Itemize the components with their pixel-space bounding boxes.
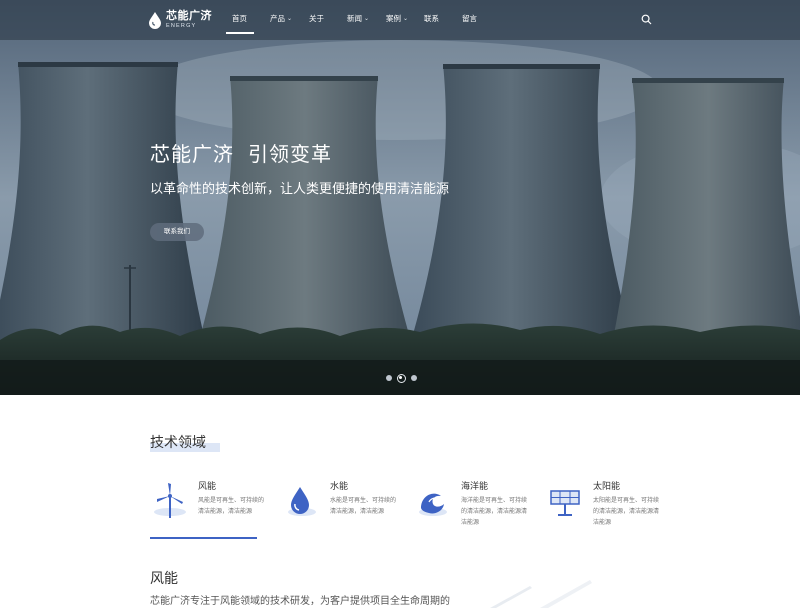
nav-item-products[interactable]: 产品 ⌄	[270, 13, 292, 24]
tech-item-desc: 风能是可再生、可持续的清洁能源，清洁能源	[198, 498, 265, 515]
wind-turbine-icon	[154, 483, 186, 518]
slide-dot-3[interactable]	[410, 375, 417, 381]
nav-item-contact[interactable]: 联系	[424, 13, 439, 24]
cooling-towers-image	[0, 0, 800, 395]
tech-item-name: 太阳能	[593, 481, 621, 491]
tech-item-desc: 太阳能是可再生、可持续的清洁能源，清洁能源清洁能源	[593, 498, 660, 526]
nav-item-label: 案例	[386, 14, 401, 23]
hero-title-part2: 引领变革	[248, 144, 332, 166]
tech-item-water[interactable]: 水能 水能是可再生、可持续的清洁能源，清洁能源	[282, 476, 402, 536]
nav-item-cases[interactable]: 案例 ⌄	[386, 13, 408, 24]
nav-item-about[interactable]: 关于	[309, 13, 324, 24]
nav-item-news[interactable]: 新闻 ⌄	[347, 13, 369, 24]
chevron-down-icon: ⌄	[403, 16, 409, 22]
tech-item-ocean[interactable]: 海洋能 海洋能是可再生、可持续的清洁能源，清洁能源清洁能源	[413, 476, 533, 536]
logo-text-cn: 芯能广济	[166, 9, 212, 22]
tech-item-name: 风能	[198, 481, 217, 491]
nav-item-label: 新闻	[347, 14, 362, 23]
wave-icon	[419, 493, 447, 516]
tech-item-name: 海洋能	[461, 481, 489, 491]
hero-title: 芯能广济 引领变革	[150, 138, 346, 167]
water-drop-logo-icon	[149, 12, 161, 29]
search-icon[interactable]	[641, 14, 652, 25]
tech-item-wind[interactable]: 风能 风能是可再生、可持续的清洁能源，清洁能源	[150, 476, 270, 536]
tech-item-solar[interactable]: 太阳能 太阳能是可再生、可持续的清洁能源，清洁能源清洁能源	[545, 476, 665, 536]
wind-turbine-image	[490, 580, 592, 608]
logo[interactable]: 芯能广济 ENERGY	[148, 9, 212, 31]
nav-item-label: 关于	[309, 14, 324, 23]
solar-panel-icon	[550, 490, 580, 516]
slide-dot-1[interactable]	[385, 375, 392, 381]
hero-banner: 芯能广济 ENERGY 首页 产品 ⌄ 关于 新闻 ⌄ 案例 ⌄ 联系 留言 芯…	[0, 0, 800, 395]
nav-item-label: 留言	[462, 14, 477, 23]
nav-item-label: 联系	[424, 14, 439, 23]
tech-item-desc: 水能是可再生、可持续的清洁能源，清洁能源	[330, 498, 397, 515]
feature-title: 风能	[150, 570, 178, 586]
chevron-down-icon: ⌄	[287, 16, 293, 22]
hero-title-part1: 芯能广济	[150, 144, 234, 166]
slider-pagination	[383, 373, 419, 383]
nav-item-message[interactable]: 留言	[462, 13, 477, 24]
tech-item-desc: 海洋能是可再生、可持续的清洁能源，清洁能源清洁能源	[461, 498, 528, 526]
top-navigation: 芯能广济 ENERGY 首页 产品 ⌄ 关于 新闻 ⌄ 案例 ⌄ 联系 留言	[0, 0, 800, 40]
chevron-down-icon: ⌄	[364, 16, 370, 22]
tech-item-name: 水能	[330, 481, 349, 491]
nav-active-indicator	[226, 32, 254, 34]
water-drop-icon	[288, 487, 316, 516]
nav-item-label: 首页	[232, 14, 247, 23]
nav-item-label: 产品	[270, 14, 285, 23]
nav-item-home[interactable]: 首页	[232, 13, 247, 24]
tech-active-underline	[150, 537, 257, 539]
hero-subtitle: 以革命性的技术创新，让人类更便捷的使用清洁能源	[150, 181, 450, 196]
section-title: 技术领域	[150, 434, 206, 450]
logo-text-en: ENERGY	[166, 22, 197, 29]
slide-dot-2-active[interactable]	[396, 373, 406, 383]
contact-us-button[interactable]: 联系我们	[150, 223, 204, 241]
